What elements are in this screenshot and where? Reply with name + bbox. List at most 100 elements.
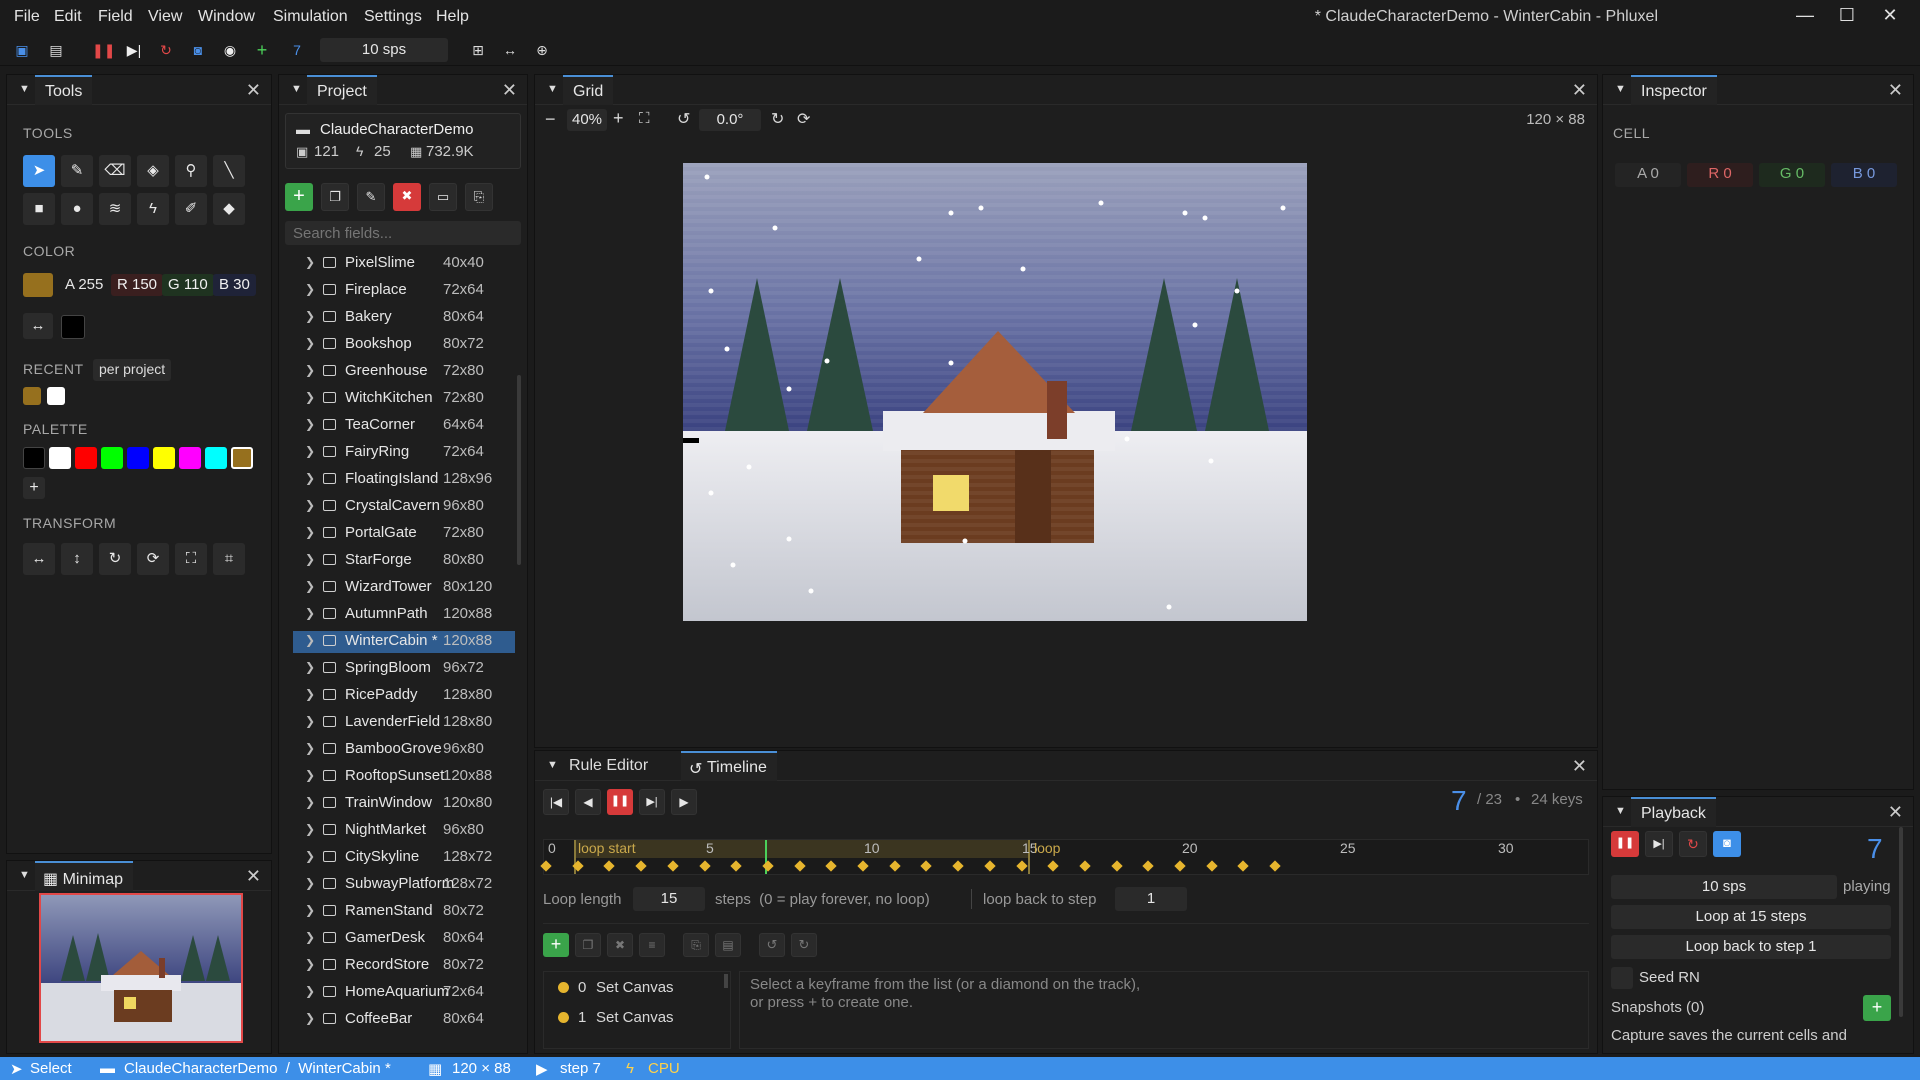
zoom-field[interactable]: 40% (567, 109, 607, 131)
sps-field[interactable]: 10 sps (320, 38, 448, 62)
keyframe-diamond[interactable] (1015, 860, 1028, 872)
rename-icon[interactable]: ✎ (357, 183, 385, 211)
palette-swatch[interactable] (205, 447, 227, 469)
field-list-item[interactable]: ❯ FloatingIsland 128x96 (293, 469, 515, 491)
reset-button[interactable]: ↻ (1679, 831, 1707, 857)
chevron-right-icon[interactable]: ❯ (305, 876, 315, 890)
eyedropper-tool-button[interactable]: ⚲ (175, 155, 207, 187)
rect-tool-button[interactable]: ■ (23, 193, 55, 225)
chevron-right-icon[interactable]: ❯ (305, 687, 315, 701)
loop-back-field[interactable]: 1 (1115, 887, 1187, 911)
keyframe-diamond[interactable] (1174, 860, 1186, 872)
project-tab[interactable]: Project (307, 75, 377, 105)
palette-swatch[interactable] (127, 447, 149, 469)
collapse-icon[interactable]: ▼ (547, 759, 558, 771)
menu-simulation[interactable]: Simulation (273, 8, 348, 26)
field-list-item[interactable]: ❯ FairyRing 72x64 (293, 442, 515, 464)
first-step-icon[interactable]: |◀ (543, 789, 569, 815)
keyframe-diamond[interactable] (698, 860, 711, 872)
chevron-right-icon[interactable]: ❯ (305, 741, 315, 755)
tools-tab[interactable]: Tools (35, 75, 93, 105)
delete-icon[interactable]: ✖ (393, 183, 421, 211)
close-icon[interactable]: ✕ (1572, 756, 1587, 777)
menu-help[interactable]: Help (436, 8, 469, 26)
copy-icon[interactable]: ⎘ (683, 933, 709, 957)
recent-color-swatch[interactable] (47, 387, 65, 405)
chevron-right-icon[interactable]: ❯ (305, 984, 315, 998)
tag-tool-button[interactable]: ◆ (213, 193, 245, 225)
ellipse-tool-button[interactable]: ● (61, 193, 93, 225)
step-icon[interactable]: ▶| (124, 40, 144, 60)
field-list-item[interactable]: ❯ PortalGate 72x80 (293, 523, 515, 545)
field-list-item[interactable]: ❯ NightMarket 96x80 (293, 820, 515, 842)
chevron-right-icon[interactable]: ❯ (305, 1011, 315, 1025)
field-list-item[interactable]: ❯ RecordStore 80x72 (293, 955, 515, 977)
chevron-right-icon[interactable]: ❯ (305, 579, 315, 593)
chevron-right-icon[interactable]: ❯ (305, 606, 315, 620)
chevron-right-icon[interactable]: ❯ (305, 390, 315, 404)
close-window-icon[interactable]: ✕ (1870, 5, 1910, 29)
keyframe-diamond[interactable] (825, 860, 837, 872)
collapse-icon[interactable]: ▼ (19, 83, 30, 95)
keyframe-diamond[interactable] (730, 860, 742, 872)
collapse-icon[interactable]: ▼ (547, 83, 558, 95)
chevron-right-icon[interactable]: ❯ (305, 633, 315, 647)
pause-button[interactable]: ❚❚ (1611, 831, 1639, 857)
keyframe-diamond[interactable] (635, 860, 647, 872)
keyframe-diamond[interactable] (1269, 860, 1281, 872)
close-icon[interactable]: ✕ (246, 866, 261, 887)
keyframe-item[interactable]: 1 Set Canvas (544, 1006, 724, 1030)
select-tool-button[interactable]: ➤ (23, 155, 55, 187)
chevron-right-icon[interactable]: ❯ (305, 309, 315, 323)
step-forward-icon[interactable]: ▶| (639, 789, 665, 815)
color-red[interactable]: R 150 (111, 274, 164, 296)
field-list-item[interactable]: ❯ CitySkyline 128x72 (293, 847, 515, 869)
field-list-item[interactable]: ❯ WizardTower 80x120 (293, 577, 515, 599)
keyframe-diamond[interactable] (920, 860, 933, 872)
palette-swatch[interactable] (179, 447, 201, 469)
loop-at-button[interactable]: Loop at 15 steps (1611, 905, 1891, 929)
scrollbar[interactable] (724, 974, 728, 988)
pencil-tool-button[interactable]: ✎ (61, 155, 93, 187)
field-list-item[interactable]: ❯ TrainWindow 120x80 (293, 793, 515, 815)
keyframe-diamond[interactable] (540, 860, 552, 872)
field-list-item[interactable]: ❯ GamerDesk 80x64 (293, 928, 515, 950)
scrollbar[interactable] (1899, 827, 1903, 1017)
keyframe-diamond[interactable] (1079, 860, 1091, 872)
duplicate-keyframe-icon[interactable]: ❐ (575, 933, 601, 957)
minimize-icon[interactable]: — (1785, 5, 1825, 29)
field-list-item[interactable]: ❯ PixelSlime 40x40 (293, 253, 515, 275)
crop-icon[interactable]: ⌗ (213, 543, 245, 575)
chevron-right-icon[interactable]: ❯ (305, 930, 315, 944)
field-list-item[interactable]: ❯ AutumnPath 120x88 (293, 604, 515, 626)
grid-icon[interactable]: ⊞ (468, 40, 488, 60)
field-list-item[interactable]: ❯ LavenderField 128x80 (293, 712, 515, 734)
palette-swatch[interactable] (49, 447, 71, 469)
line-tool-button[interactable]: ╲ (213, 155, 245, 187)
undo-icon[interactable]: ↺ (759, 933, 785, 957)
field-list-item[interactable]: ❯ SubwayPlatform 128x72 (293, 874, 515, 896)
field-list-item[interactable]: ❯ HomeAquarium 72x64 (293, 982, 515, 1004)
menu-window[interactable]: Window (198, 8, 255, 26)
chevron-right-icon[interactable]: ❯ (305, 660, 315, 674)
palette-swatch[interactable] (101, 447, 123, 469)
field-list-item[interactable]: ❯ Greenhouse 72x80 (293, 361, 515, 383)
inspector-tab[interactable]: Inspector (1631, 75, 1717, 105)
field-list-item[interactable]: ❯ Bookshop 80x72 (293, 334, 515, 356)
recent-color-swatch[interactable] (23, 387, 41, 405)
field-list-item[interactable]: ❯ CrystalCavern 96x80 (293, 496, 515, 518)
collapse-icon[interactable]: ▼ (1615, 83, 1626, 95)
loop-length-field[interactable]: 15 (633, 887, 705, 911)
chevron-right-icon[interactable]: ❯ (305, 471, 315, 485)
minimap-tab[interactable]: ▦ Minimap (35, 861, 134, 891)
color-blue[interactable]: B 30 (213, 274, 256, 296)
chevron-right-icon[interactable]: ❯ (305, 768, 315, 782)
minimap-view[interactable] (39, 893, 243, 1043)
redo-icon[interactable]: ↻ (791, 933, 817, 957)
field-list-item[interactable]: ❯ Fireplace 72x64 (293, 280, 515, 302)
rotate-both-icon[interactable]: ⟳ (137, 543, 169, 575)
delete-keyframe-icon[interactable]: ✖ (607, 933, 633, 957)
status-path[interactable]: ClaudeCharacterDemo / WinterCabin * (124, 1060, 391, 1077)
chevron-right-icon[interactable]: ❯ (305, 849, 315, 863)
field-list-item[interactable]: ❯ BambooGrove 96x80 (293, 739, 515, 761)
